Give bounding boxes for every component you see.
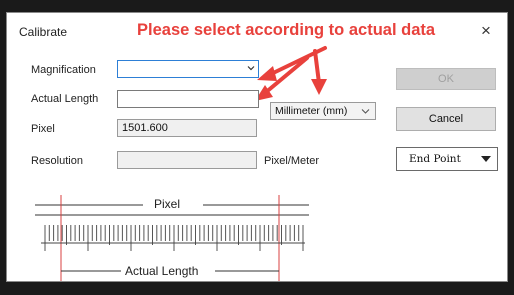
calibrate-dialog: Calibrate × Please select according to a… <box>6 12 508 282</box>
chevron-down-icon[interactable] <box>247 64 255 72</box>
diagram-actual-length-label: Actual Length <box>125 264 199 278</box>
calibration-diagram: Pixel Actual Length <box>27 193 317 283</box>
end-point-label: End Point <box>409 153 461 165</box>
actual-length-input[interactable] <box>117 90 259 108</box>
actual-length-label: Actual Length <box>31 93 99 105</box>
resolution-field <box>117 151 257 169</box>
unit-select[interactable]: Millimeter (mm) <box>270 102 376 120</box>
unit-select-value: Millimeter (mm) <box>275 105 348 117</box>
pixel-field: 1501.600 <box>117 119 257 137</box>
resolution-label: Resolution <box>31 155 83 167</box>
pixel-label: Pixel <box>31 123 55 135</box>
magnification-combobox[interactable] <box>117 60 259 78</box>
resolution-unit: Pixel/Meter <box>264 155 320 167</box>
chevron-down-icon[interactable] <box>361 107 370 115</box>
magnification-label: Magnification <box>31 64 96 76</box>
diagram-pixel-label: Pixel <box>154 197 181 211</box>
cancel-button[interactable]: Cancel <box>396 107 496 131</box>
pixel-value: 1501.600 <box>122 122 168 134</box>
end-point-dropdown[interactable]: End Point <box>396 147 498 171</box>
dropdown-triangle-icon[interactable] <box>481 156 491 162</box>
ok-button[interactable]: OK <box>396 68 496 90</box>
